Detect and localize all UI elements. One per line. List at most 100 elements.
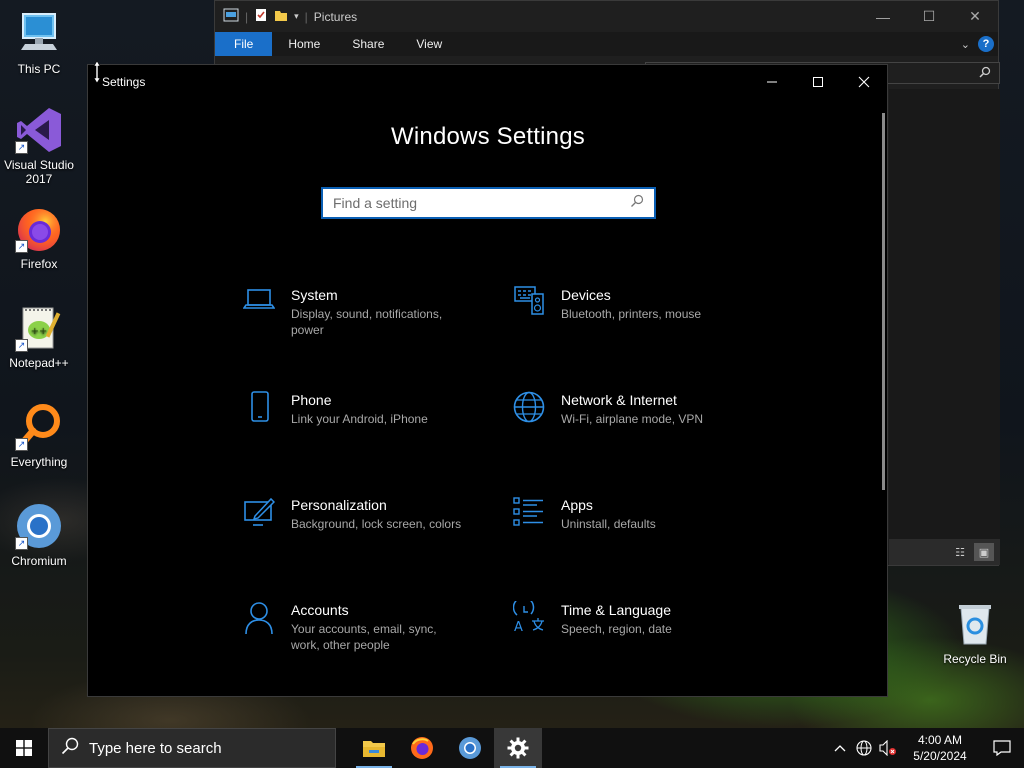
explorer-close-button[interactable]: ✕	[952, 1, 998, 32]
person-icon	[241, 601, 291, 661]
category-description: Wi-Fi, airplane mode, VPN	[561, 412, 704, 426]
category-name: Accounts	[291, 602, 349, 618]
svg-text:A: A	[514, 620, 523, 635]
settings-category-network-internet[interactable]: Network & Internet Wi-Fi, airplane mode,…	[511, 391, 751, 451]
settings-category-devices[interactable]: Devices Bluetooth, printers, mouse	[511, 286, 751, 346]
desktop-icon-label: Notepad++	[9, 356, 69, 370]
category-name: Personalization	[291, 497, 387, 513]
file-explorer-icon	[363, 741, 385, 757]
laptop-icon	[241, 286, 291, 346]
category-description: Your accounts, email, sync, work, other …	[291, 622, 437, 652]
taskbar-search-placeholder: Type here to search	[89, 739, 222, 757]
settings-window-title: Settings	[102, 75, 146, 89]
settings-maximize-button[interactable]	[795, 65, 841, 99]
search-icon	[61, 737, 79, 759]
large-icons-view-icon[interactable]: ▣	[974, 543, 994, 561]
settings-gear-icon	[507, 737, 529, 759]
category-name: Time & Language	[561, 602, 671, 618]
network-globe-icon[interactable]	[852, 728, 876, 768]
search-icon	[630, 194, 644, 213]
desktop-icon-everything[interactable]: ↗ Everything	[2, 403, 76, 469]
show-hidden-icons-chevron-icon[interactable]	[828, 728, 852, 768]
volume-muted-icon[interactable]	[876, 728, 900, 768]
notification-icon	[993, 740, 1011, 756]
ribbon-tab-view[interactable]: View	[400, 32, 458, 56]
desktop-icon-label: Chromium	[11, 554, 67, 568]
computer-icon	[15, 10, 63, 58]
settings-scrollbar[interactable]	[882, 113, 885, 490]
taskbar-chromium[interactable]	[446, 728, 494, 768]
desktop-icon-this-pc[interactable]: This PC	[2, 10, 76, 76]
desktop-icon-notepad-plus-plus[interactable]: ++ ↗ Notepad++	[2, 304, 76, 370]
details-view-icon[interactable]: ☷	[950, 543, 970, 561]
settings-category-personalization[interactable]: Personalization Background, lock screen,…	[241, 496, 481, 556]
settings-category-apps[interactable]: Apps Uninstall, defaults	[511, 496, 751, 556]
quick-access-dropdown-icon[interactable]: ▾	[294, 11, 299, 22]
clock-time: 4:00 AM	[917, 733, 963, 747]
desktop-icon-chromium[interactable]: ↗ Chromium	[2, 502, 76, 568]
desktop-icon-label: Visual Studio 2017	[4, 158, 74, 186]
ribbon-tab-file[interactable]: File	[215, 32, 273, 56]
shortcut-arrow-icon: ↗	[15, 141, 28, 154]
explorer-content-pane	[889, 89, 1000, 539]
new-folder-icon[interactable]	[274, 8, 288, 25]
explorer-title: Pictures	[313, 9, 358, 24]
desktop-icon-label: This PC	[17, 62, 61, 76]
desktop-icon-visual-studio[interactable]: ↗ Visual Studio 2017	[2, 106, 76, 186]
shortcut-arrow-icon: ↗	[15, 339, 28, 352]
desktop-icon-firefox[interactable]: ↗ Firefox	[2, 205, 76, 271]
windows-logo-icon	[16, 740, 32, 756]
time-language-icon: A	[511, 601, 561, 661]
taskbar-search-box[interactable]: Type here to search	[48, 728, 336, 768]
start-button[interactable]	[0, 728, 48, 768]
taskbar-clock[interactable]: 4:00 AM 5/20/2024	[900, 732, 980, 764]
settings-minimize-button[interactable]	[749, 65, 795, 99]
ribbon-tab-share[interactable]: Share	[336, 32, 400, 56]
category-description: Display, sound, notifications, power	[291, 307, 443, 337]
find-setting-input[interactable]	[333, 195, 630, 211]
firefox-icon: ↗	[15, 205, 63, 253]
everything-search-icon: ↗	[15, 403, 63, 451]
firefox-icon	[411, 737, 433, 759]
taskbar-firefox[interactable]	[398, 728, 446, 768]
keyboard-speaker-icon	[511, 286, 561, 346]
settings-close-button[interactable]	[841, 65, 887, 99]
settings-category-time-language[interactable]: A Time & Language Speech, region, date	[511, 601, 751, 661]
desktop-icon-recycle-bin[interactable]: Recycle Bin	[938, 600, 1012, 666]
chromium-icon	[459, 737, 481, 759]
category-name: Phone	[291, 392, 332, 408]
action-center-button[interactable]	[980, 728, 1024, 768]
settings-category-accounts[interactable]: Accounts Your accounts, email, sync, wor…	[241, 601, 481, 661]
ribbon-expand-chevron-icon[interactable]: ⌄	[961, 38, 970, 51]
explorer-titlebar[interactable]: | ▾ | Pictures — ☐ ✕	[215, 1, 998, 32]
category-description: Uninstall, defaults	[561, 517, 656, 531]
settings-category-phone[interactable]: Phone Link your Android, iPhone	[241, 391, 481, 451]
category-name: Apps	[561, 497, 593, 513]
explorer-minimize-button[interactable]: —	[860, 1, 906, 32]
paint-monitor-icon	[241, 496, 291, 556]
search-icon	[979, 66, 991, 81]
category-name: Network & Internet	[561, 392, 677, 408]
chromium-icon: ↗	[15, 502, 63, 550]
globe-icon	[511, 391, 561, 451]
settings-category-system[interactable]: System Display, sound, notifications, po…	[241, 286, 481, 346]
help-icon[interactable]: ?	[978, 36, 994, 52]
settings-search-field[interactable]	[321, 187, 656, 219]
resize-cursor-icon	[93, 60, 101, 84]
taskbar-file-explorer[interactable]	[350, 728, 398, 768]
ribbon-tab-home[interactable]: Home	[272, 32, 336, 56]
desktop-icon-label: Recycle Bin	[943, 652, 1007, 666]
taskbar: Type here to search 4:00 AM 5/20/2024	[0, 728, 1024, 768]
system-tray: 4:00 AM 5/20/2024	[828, 728, 1024, 768]
shortcut-arrow-icon: ↗	[15, 438, 28, 451]
explorer-status-bar: ☷ ▣	[889, 539, 1000, 565]
taskbar-settings[interactable]	[494, 728, 542, 768]
apps-list-icon	[511, 496, 561, 556]
properties-icon[interactable]	[254, 8, 268, 25]
category-description: Bluetooth, printers, mouse	[561, 307, 702, 321]
clock-date: 5/20/2024	[913, 749, 967, 763]
visual-studio-icon: ↗	[15, 106, 63, 154]
settings-window[interactable]: Settings Windows Settings System Display…	[87, 64, 888, 697]
category-description: Background, lock screen, colors	[291, 517, 462, 531]
explorer-maximize-button[interactable]: ☐	[906, 1, 952, 32]
